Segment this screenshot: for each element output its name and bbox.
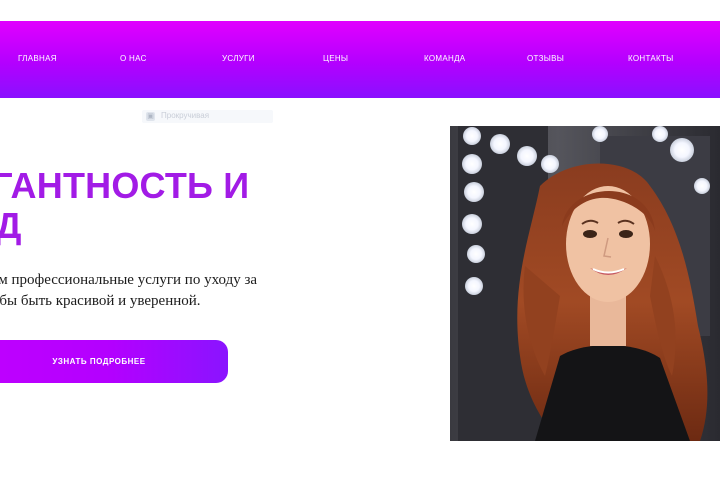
hero-subtitle: ваем профессиональные услуги по уходу за…	[0, 270, 308, 312]
learn-more-button[interactable]: УЗНАТЬ ПОДРОБНЕЕ	[0, 340, 228, 383]
placeholder-text: Прокручивая	[161, 111, 210, 120]
nav-link-team[interactable]: КОМАНДА	[424, 54, 465, 63]
nav-link-about[interactable]: О НАС	[120, 54, 147, 63]
nav-link-contacts[interactable]: КОНТАКТЫ	[628, 54, 674, 63]
salon-portrait-illustration	[450, 126, 720, 441]
nav-link-services[interactable]: УСЛУГИ	[222, 54, 255, 63]
hero-photo	[450, 126, 720, 441]
nav-link-prices[interactable]: ЦЕНЫ	[323, 54, 348, 63]
nav-link-reviews[interactable]: ОТЗЫВЫ	[527, 54, 564, 63]
hero-title: ЕГАНТНОСТЬ И ОД	[0, 166, 328, 246]
hero-subtitle-line-1: ваем профессиональные услуги по уходу за	[0, 272, 258, 288]
hero-title-line-2: ОД	[0, 205, 22, 246]
hero-title-line-1: ЕГАНТНОСТЬ И	[0, 165, 250, 206]
image-placeholder: ▣ Прокручивая	[142, 110, 273, 123]
main-navbar: ГЛАВНАЯ О НАС УСЛУГИ ЦЕНЫ КОМАНДА ОТЗЫВЫ…	[0, 21, 720, 98]
image-placeholder-icon: ▣	[146, 112, 155, 121]
top-white-strip	[0, 0, 720, 21]
nav-link-home[interactable]: ГЛАВНАЯ	[18, 54, 57, 63]
hero-subtitle-line-2: чтобы быть красивой и уверенной.	[0, 293, 201, 309]
